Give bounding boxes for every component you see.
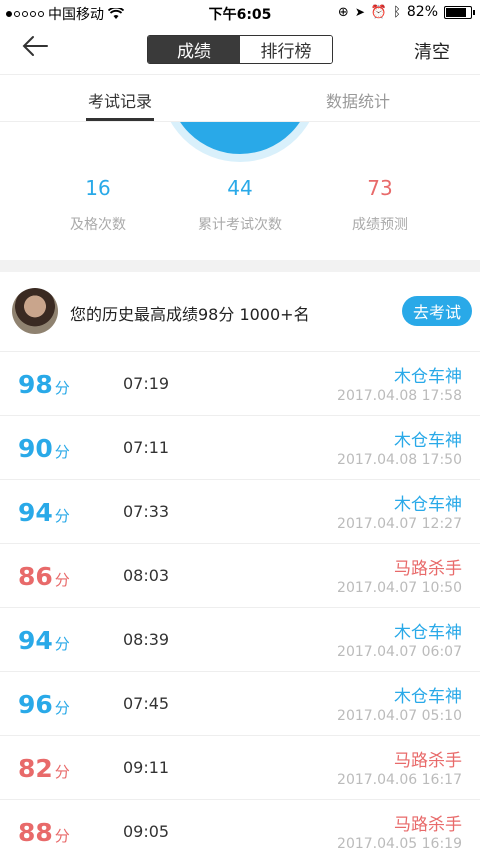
record-score-value: 94: [18, 498, 53, 527]
record-score-value: 86: [18, 562, 53, 591]
record-duration: 08:39: [123, 630, 170, 649]
status-right: ⊕ ➤ ⏰ ᛒ 82%: [337, 4, 475, 20]
record-score-unit: 分: [54, 443, 70, 461]
record-date: 2017.04.06 16:17: [337, 772, 462, 788]
record-date: 2017.04.07 12:27: [337, 516, 462, 532]
record-date: 2017.04.07 10:50: [337, 580, 462, 596]
exam-record-row[interactable]: 88 分 09:05 马路杀手 2017.04.05 16:19: [0, 800, 480, 853]
record-date: 2017.04.08 17:50: [337, 452, 462, 468]
record-score-unit: 分: [54, 635, 70, 653]
exam-records-list: 98 分 07:19 木仓车神 2017.04.08 17:58 90 分 07:11 木仓车神…: [0, 352, 480, 853]
score-gauge-area: [0, 122, 480, 164]
exam-record-row[interactable]: 96 分 07:45 木仓车神 2017.04.07 05:10: [0, 672, 480, 736]
stat-label: 成绩预测: [352, 217, 408, 233]
exam-record-row[interactable]: 94 分 08:39 木仓车神 2017.04.07 06:07: [0, 608, 480, 672]
record-title: 木仓车神: [394, 367, 462, 387]
exam-record-row[interactable]: 86 分 08:03 马路杀手 2017.04.07 10:50: [0, 544, 480, 608]
record-title: 马路杀手: [394, 751, 462, 771]
record-score-unit: 分: [54, 699, 70, 717]
record-score: 94 分: [18, 498, 70, 527]
bluetooth-icon: ᛒ: [393, 4, 401, 20]
exam-record-row[interactable]: 94 分 07:33 木仓车神 2017.04.07 12:27: [0, 480, 480, 544]
stat-value: 16: [85, 176, 111, 200]
record-title: 马路杀手: [394, 559, 462, 579]
best-score-banner: 您的历史最高成绩98分 1000+名 去考试: [0, 272, 480, 352]
record-title: 木仓车神: [394, 623, 462, 643]
alarm-icon: ⏰: [370, 4, 388, 20]
record-score-value: 94: [18, 626, 53, 655]
record-score: 88 分: [18, 818, 70, 847]
record-score-value: 88: [18, 818, 53, 847]
record-score: 94 分: [18, 626, 70, 655]
stats-row: 16 及格次数 44 累计考试次数 73 成绩预测: [0, 176, 480, 246]
record-duration: 07:45: [123, 694, 170, 713]
record-score: 86 分: [18, 562, 70, 591]
record-duration: 07:19: [123, 374, 170, 393]
back-arrow-icon: [22, 36, 48, 56]
stat-value: 73: [367, 176, 393, 200]
section-divider: [0, 260, 480, 272]
score-gauge: [160, 122, 320, 162]
stat-score-forecast: 73 成绩预测: [320, 176, 440, 234]
record-score-unit: 分: [54, 571, 70, 589]
record-score-value: 90: [18, 434, 53, 463]
exam-record-row[interactable]: 98 分 07:19 木仓车神 2017.04.08 17:58: [0, 352, 480, 416]
tab-indicator: [86, 118, 154, 121]
best-score-text: 您的历史最高成绩98分 1000+名: [70, 305, 310, 324]
battery-icon: [444, 5, 475, 19]
clear-button[interactable]: 清空: [414, 38, 450, 64]
stat-value: 44: [227, 176, 253, 200]
stat-label: 累计考试次数: [198, 217, 282, 233]
tab-data-stats[interactable]: 数据统计: [326, 88, 390, 112]
avatar: [12, 288, 58, 334]
record-score: 82 分: [18, 754, 70, 783]
record-score: 98 分: [18, 370, 70, 399]
start-exam-button[interactable]: 去考试: [402, 296, 472, 326]
record-title: 木仓车神: [394, 495, 462, 515]
location-icon: ➤: [354, 5, 365, 19]
segment-scores[interactable]: 成绩: [148, 36, 240, 63]
record-score-value: 98: [18, 370, 53, 399]
stat-total-exams: 44 累计考试次数: [180, 176, 300, 234]
record-title: 木仓车神: [394, 431, 462, 451]
record-score-value: 82: [18, 754, 53, 783]
record-duration: 09:11: [123, 758, 170, 777]
record-title: 木仓车神: [394, 687, 462, 707]
nav-bar: 成绩 排行榜 清空: [0, 26, 480, 74]
record-score-unit: 分: [54, 763, 70, 781]
record-date: 2017.04.07 06:07: [337, 644, 462, 660]
stat-label: 及格次数: [70, 217, 126, 233]
exam-record-row[interactable]: 90 分 07:11 木仓车神 2017.04.08 17:50: [0, 416, 480, 480]
stat-pass-count: 16 及格次数: [38, 176, 158, 234]
exam-record-row[interactable]: 82 分 09:11 马路杀手 2017.04.06 16:17: [0, 736, 480, 800]
sub-tabs: 考试记录 数据统计: [0, 74, 480, 122]
record-title: 马路杀手: [394, 815, 462, 835]
record-duration: 07:33: [123, 502, 170, 521]
battery-percent: 82%: [406, 4, 438, 20]
tab-exam-records[interactable]: 考试记录: [88, 88, 152, 112]
record-score-unit: 分: [54, 507, 70, 525]
record-score: 96 分: [18, 690, 70, 719]
rotation-lock-icon: ⊕: [337, 4, 349, 20]
record-duration: 08:03: [123, 566, 170, 585]
record-date: 2017.04.07 05:10: [337, 708, 462, 724]
back-button[interactable]: [20, 34, 56, 64]
record-date: 2017.04.05 16:19: [337, 836, 462, 852]
record-duration: 07:11: [123, 438, 170, 457]
record-score-unit: 分: [54, 379, 70, 397]
record-score: 90 分: [18, 434, 70, 463]
record-score-unit: 分: [54, 827, 70, 845]
record-score-value: 96: [18, 690, 53, 719]
segment-ranking[interactable]: 排行榜: [240, 36, 332, 63]
record-duration: 09:05: [123, 822, 170, 841]
segmented-control: 成绩 排行榜: [147, 35, 333, 64]
record-date: 2017.04.08 17:58: [337, 388, 462, 404]
status-bar: 中国移动 下午6:05 ⊕ ➤ ⏰ ᛒ 82%: [0, 0, 480, 26]
